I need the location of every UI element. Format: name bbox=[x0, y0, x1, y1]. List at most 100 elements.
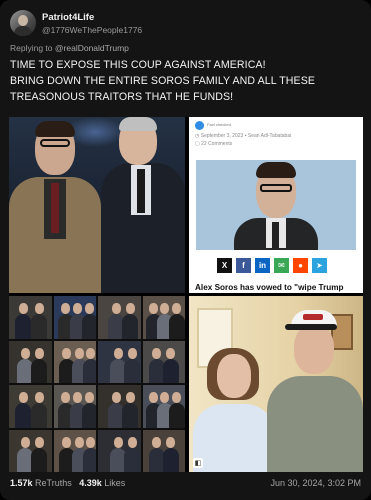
media-image-collage[interactable] bbox=[9, 296, 185, 472]
man-left-hair bbox=[35, 121, 75, 137]
person-head bbox=[172, 303, 181, 314]
person-body bbox=[81, 314, 96, 339]
photo-glasses bbox=[260, 184, 292, 192]
post-text-line: TIME TO EXPOSE THIS COUP AGAINST AMERICA… bbox=[10, 59, 266, 71]
person-body bbox=[82, 447, 96, 472]
person-body bbox=[31, 403, 47, 428]
person-head bbox=[172, 392, 181, 403]
person-head bbox=[125, 392, 135, 403]
collage-photo bbox=[53, 340, 96, 383]
fact-check-label: Fact checked bbox=[207, 122, 231, 127]
person-body bbox=[82, 358, 96, 383]
collage-photo bbox=[142, 296, 185, 339]
person-body bbox=[31, 447, 47, 472]
media-grid: Fact checked ◷ September 3, 2023 ▪ Sean … bbox=[9, 117, 363, 472]
person-head bbox=[75, 436, 84, 448]
retruths-label: ReTruths bbox=[35, 478, 72, 488]
person-head bbox=[149, 303, 158, 314]
man-left-tie bbox=[51, 183, 59, 233]
photo-hair bbox=[256, 162, 296, 178]
avatar[interactable] bbox=[10, 10, 36, 36]
reddit-icon[interactable]: ● bbox=[293, 258, 308, 273]
man-right-hair bbox=[119, 117, 157, 131]
facebook-icon[interactable]: f bbox=[236, 258, 251, 273]
person-body bbox=[15, 314, 31, 339]
post-text: TIME TO EXPOSE THIS COUP AGAINST AMERICA… bbox=[10, 57, 362, 105]
person-head bbox=[20, 347, 30, 359]
person-body bbox=[168, 403, 185, 428]
person-head bbox=[86, 347, 95, 359]
person-head bbox=[85, 303, 94, 314]
person-head bbox=[160, 392, 169, 403]
engagement-stats: 1.57k ReTruths 4.39k Likes bbox=[10, 478, 125, 488]
person-head bbox=[73, 303, 82, 314]
likes-label: Likes bbox=[104, 478, 126, 488]
person-head bbox=[34, 392, 44, 403]
user-handle[interactable]: @1776WeThePeople1776 bbox=[42, 25, 142, 35]
media-image-article[interactable]: Fact checked ◷ September 3, 2023 ▪ Sean … bbox=[189, 117, 363, 293]
cap-logo bbox=[303, 314, 323, 320]
person-head bbox=[34, 436, 44, 448]
collage-photo bbox=[53, 296, 96, 339]
post-card: Patriot4Life @1776WeThePeople1776 Replyi… bbox=[0, 0, 371, 500]
retruths-count[interactable]: 1.57k bbox=[10, 478, 33, 488]
person-head bbox=[152, 347, 161, 359]
article-date: September 3, 2023 bbox=[200, 133, 244, 139]
likes-count[interactable]: 4.39k bbox=[79, 478, 102, 488]
avatar-body bbox=[14, 26, 32, 36]
collage-photo bbox=[98, 385, 141, 428]
person-body bbox=[168, 314, 185, 339]
email-icon[interactable]: ✉ bbox=[274, 258, 289, 273]
post-text-line: TREASONOUS TRAITORS THAT HE FUNDS! bbox=[10, 91, 234, 103]
cap-brim bbox=[285, 324, 337, 330]
person-head bbox=[34, 347, 44, 359]
x-icon[interactable]: X bbox=[217, 258, 232, 273]
man-sweater bbox=[267, 376, 363, 472]
woman-face bbox=[217, 354, 251, 398]
person-body bbox=[124, 447, 140, 472]
post-timestamp[interactable]: Jun 30, 2024, 3:02 PM bbox=[270, 478, 361, 488]
person-head bbox=[86, 436, 95, 448]
person-head bbox=[166, 436, 175, 448]
person-head bbox=[75, 347, 84, 359]
reply-prefix: Replying to bbox=[10, 43, 53, 53]
person-head bbox=[127, 347, 137, 359]
person-head bbox=[62, 347, 71, 359]
media-image-woman-and-man[interactable]: ◧ bbox=[189, 296, 363, 472]
person-body bbox=[31, 314, 47, 339]
person-head bbox=[111, 303, 121, 314]
person-head bbox=[62, 436, 71, 448]
collage-photo bbox=[98, 429, 141, 472]
reply-mention-link[interactable]: @realDonaldTrump bbox=[55, 43, 129, 53]
collage-photo bbox=[142, 340, 185, 383]
woman-top bbox=[193, 404, 275, 472]
person-head bbox=[113, 436, 123, 448]
collage-photo bbox=[98, 340, 141, 383]
collage-photo bbox=[9, 340, 52, 383]
article-meta: ◷ September 3, 2023 ▪ Sean Adl-Tabatabai bbox=[195, 133, 291, 139]
collage-photo bbox=[9, 429, 52, 472]
collage-photo bbox=[142, 429, 185, 472]
photo-scene bbox=[9, 117, 185, 293]
linkedin-icon[interactable]: in bbox=[255, 258, 270, 273]
person-head bbox=[34, 303, 44, 314]
person-head bbox=[125, 303, 135, 314]
collage-photo bbox=[98, 296, 141, 339]
telegram-icon[interactable]: ➤ bbox=[312, 258, 327, 273]
person-head bbox=[20, 436, 30, 448]
man-right-tie bbox=[137, 169, 145, 213]
person-body bbox=[15, 403, 31, 428]
person-head bbox=[111, 392, 121, 403]
person-head bbox=[18, 392, 28, 403]
reply-line: Replying to @realDonaldTrump bbox=[10, 43, 129, 53]
share-buttons: X f in ✉ ● ➤ bbox=[217, 258, 327, 273]
article-photo bbox=[196, 160, 356, 250]
collage-grid bbox=[9, 296, 185, 472]
display-name[interactable]: Patriot4Life bbox=[42, 12, 94, 23]
person-head bbox=[85, 392, 94, 403]
person-body bbox=[162, 358, 179, 383]
person-head bbox=[61, 303, 70, 314]
media-image-two-men[interactable] bbox=[9, 117, 185, 293]
person-head bbox=[113, 347, 123, 359]
post-text-line: BRING DOWN THE ENTIRE SOROS FAMILY AND A… bbox=[10, 75, 316, 87]
